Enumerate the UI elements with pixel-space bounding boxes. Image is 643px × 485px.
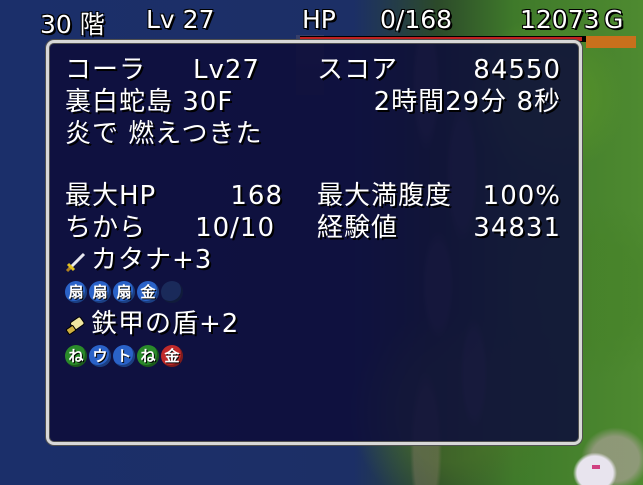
shield-seal-3: ト — [113, 345, 135, 367]
max-hp-label: 最大HP — [65, 181, 157, 211]
weapon-seal-4: 金 — [137, 281, 159, 303]
weapon-seal-3: 扇 — [113, 281, 135, 303]
hp-value: 0/168 — [380, 5, 453, 34]
adventure-result-window: コーラ Lv27 スコア 84550 裏白蛇島 30F 2時間29分 8秒 炎で… — [46, 40, 582, 445]
gold-amount: 12073 — [520, 5, 600, 34]
hp-label: HP — [302, 5, 336, 34]
monster-sprite — [565, 445, 625, 485]
floor-indicator: 30 階 — [40, 10, 105, 39]
gold-unit: G — [604, 5, 624, 34]
cause-of-death: 炎で 燃えつきた — [65, 119, 263, 149]
exp-value: 34831 — [473, 213, 561, 243]
weapon-name: カタナ+3 — [91, 245, 213, 275]
shield-seal-1: ね — [65, 345, 87, 367]
weapon-seal-5 — [161, 281, 183, 303]
max-fullness-label: 最大満腹度 — [317, 181, 453, 211]
dungeon-floor: 裏白蛇島 30F — [65, 87, 234, 117]
max-hp-value: 168 — [230, 181, 283, 211]
max-fullness-value: 100% — [482, 181, 561, 211]
shield-seal-5: 金 — [161, 345, 183, 367]
shield-seal-2: ウ — [89, 345, 111, 367]
shield-name: 鉄甲の盾+2 — [91, 309, 240, 339]
map-tile-patch — [586, 36, 636, 48]
game-screen: 30 階 Lv 27 HP 0/168 12073 G コーラ Lv27 スコア… — [0, 0, 643, 485]
score-value: 84550 — [473, 55, 561, 85]
weapon-seal-1: 扇 — [65, 281, 87, 303]
player-name: コーラ — [65, 55, 147, 85]
strength-value: 10/10 — [195, 213, 275, 243]
shield-seal-4: ね — [137, 345, 159, 367]
status-bar: 30 階 Lv 27 HP 0/168 12073 G — [0, 0, 643, 39]
weapon-seal-2: 扇 — [89, 281, 111, 303]
exp-label: 経験値 — [317, 213, 399, 243]
score-label: スコア — [317, 55, 399, 85]
shield-icon — [65, 316, 85, 335]
strength-label: ちから — [65, 213, 147, 243]
level-indicator: Lv 27 — [146, 5, 215, 34]
player-level: Lv27 — [193, 55, 260, 85]
sword-icon — [65, 252, 86, 273]
play-time: 2時間29分 8秒 — [373, 87, 561, 117]
